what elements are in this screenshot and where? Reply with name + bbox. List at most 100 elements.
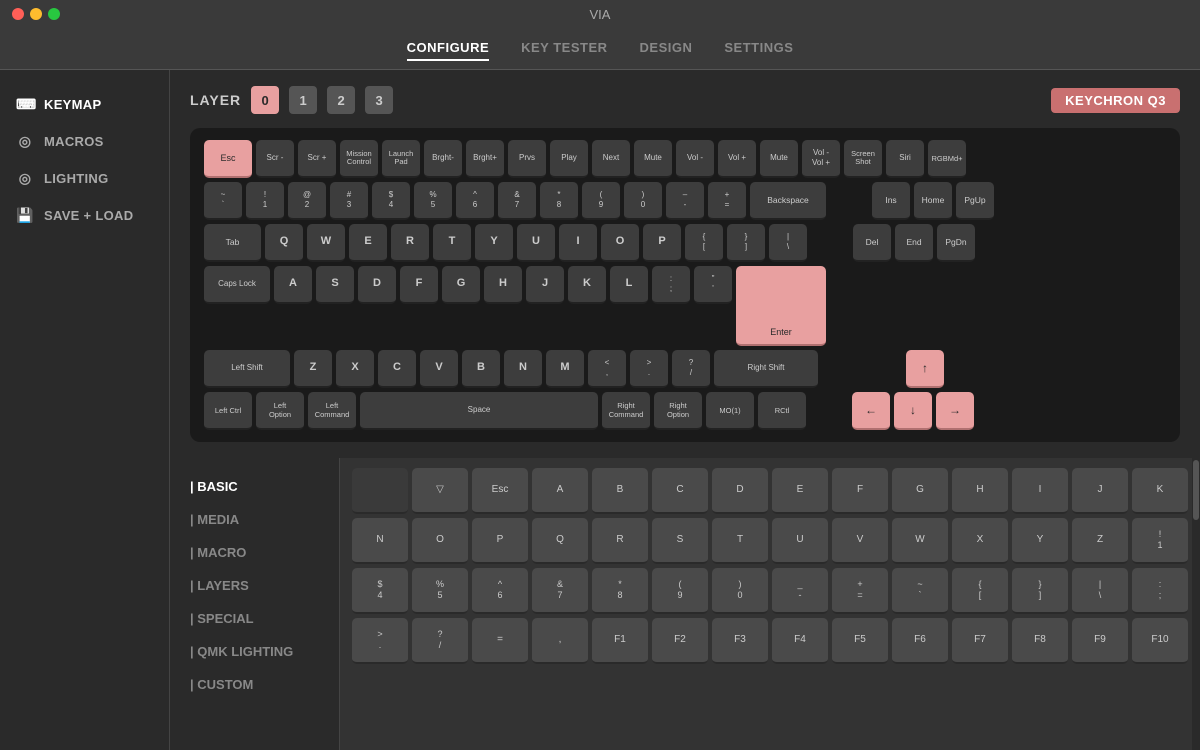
picker-key-i[interactable]: I <box>1012 468 1068 514</box>
picker-key-b[interactable]: B <box>592 468 648 514</box>
key-space[interactable]: Space <box>360 392 598 430</box>
picker-key-pipe[interactable]: |\ <box>1072 568 1128 614</box>
picker-key-f1[interactable]: F1 <box>592 618 648 664</box>
key-y[interactable]: Y <box>475 224 513 262</box>
key-4[interactable]: $4 <box>372 182 410 220</box>
picker-key-f2[interactable]: F2 <box>652 618 708 664</box>
key-right-option[interactable]: RightOption <box>654 392 702 430</box>
picker-key-tilde[interactable]: ~` <box>892 568 948 614</box>
category-macro[interactable]: MACRO <box>170 536 339 569</box>
key-1[interactable]: !1 <box>246 182 284 220</box>
picker-key-u[interactable]: U <box>772 518 828 564</box>
key-play[interactable]: Play <box>550 140 588 178</box>
key-rbracket[interactable]: }] <box>727 224 765 262</box>
key-mo1[interactable]: MO(1) <box>706 392 754 430</box>
key-6[interactable]: ^6 <box>456 182 494 220</box>
key-brght-minus[interactable]: Brght- <box>424 140 462 178</box>
key-brght-plus[interactable]: Brght+ <box>466 140 504 178</box>
key-a[interactable]: A <box>274 266 312 304</box>
key-right-cmd[interactable]: RightCommand <box>602 392 650 430</box>
layer-0-button[interactable]: 0 <box>251 86 279 114</box>
key-left-shift[interactable]: Left Shift <box>204 350 290 388</box>
picker-key-w[interactable]: W <box>892 518 948 564</box>
picker-key-comma[interactable]: , <box>532 618 588 664</box>
picker-key-f7[interactable]: F7 <box>952 618 1008 664</box>
key-quote[interactable]: "' <box>694 266 732 304</box>
layer-1-button[interactable]: 1 <box>289 86 317 114</box>
picker-key-eq[interactable]: = <box>472 618 528 664</box>
key-left-option[interactable]: LeftOption <box>256 392 304 430</box>
tab-configure[interactable]: CONFIGURE <box>407 36 490 61</box>
picker-key-excl[interactable]: !1 <box>1132 518 1188 564</box>
key-slash[interactable]: ?/ <box>672 350 710 388</box>
key-m[interactable]: M <box>546 350 584 388</box>
sidebar-item-lighting[interactable]: ◎ LIGHTING <box>0 160 169 197</box>
key-3[interactable]: #3 <box>330 182 368 220</box>
key-semicolon[interactable]: :; <box>652 266 690 304</box>
key-vol-minus2[interactable]: Vol -Vol + <box>802 140 840 178</box>
layer-3-button[interactable]: 3 <box>365 86 393 114</box>
key-pgup[interactable]: PgUp <box>956 182 994 220</box>
key-siri[interactable]: Siri <box>886 140 924 178</box>
layer-2-button[interactable]: 2 <box>327 86 355 114</box>
picker-key-c[interactable]: C <box>652 468 708 514</box>
picker-key-q[interactable]: Q <box>532 518 588 564</box>
sidebar-item-keymap[interactable]: ⌨ KEYMAP <box>0 86 169 123</box>
picker-key-qmark[interactable]: ?/ <box>412 618 468 664</box>
key-u[interactable]: U <box>517 224 555 262</box>
key-minus[interactable]: –- <box>666 182 704 220</box>
key-equals[interactable]: += <box>708 182 746 220</box>
picker-key-f9[interactable]: F9 <box>1072 618 1128 664</box>
picker-key-x[interactable]: X <box>952 518 1008 564</box>
picker-key-f5[interactable]: F5 <box>832 618 888 664</box>
picker-key-v[interactable]: V <box>832 518 888 564</box>
key-right-shift[interactable]: Right Shift <box>714 350 818 388</box>
key-right[interactable]: → <box>936 392 974 430</box>
picker-key-d[interactable]: D <box>712 468 768 514</box>
key-comma[interactable]: <, <box>588 350 626 388</box>
key-mute[interactable]: Mute <box>634 140 672 178</box>
key-5[interactable]: %5 <box>414 182 452 220</box>
key-prvs[interactable]: Prvs <box>508 140 546 178</box>
key-vol-plus[interactable]: Vol + <box>718 140 756 178</box>
picker-key-lparen[interactable]: (9 <box>652 568 708 614</box>
picker-key-z[interactable]: Z <box>1072 518 1128 564</box>
picker-key-colon[interactable]: :; <box>1132 568 1188 614</box>
picker-key-h[interactable]: H <box>952 468 1008 514</box>
picker-key-gt[interactable]: >. <box>352 618 408 664</box>
picker-key-p[interactable]: P <box>472 518 528 564</box>
key-r[interactable]: R <box>391 224 429 262</box>
picker-key-n[interactable]: N <box>352 518 408 564</box>
key-b[interactable]: B <box>462 350 500 388</box>
picker-key-f3[interactable]: F3 <box>712 618 768 664</box>
key-2[interactable]: @2 <box>288 182 326 220</box>
picker-key-e[interactable]: E <box>772 468 828 514</box>
key-mission[interactable]: MissionControl <box>340 140 378 178</box>
key-s[interactable]: S <box>316 266 354 304</box>
category-custom[interactable]: CUSTOM <box>170 668 339 701</box>
key-period[interactable]: >. <box>630 350 668 388</box>
scrollbar[interactable] <box>1192 458 1200 750</box>
key-up[interactable]: ↑ <box>906 350 944 388</box>
key-vol-minus[interactable]: Vol - <box>676 140 714 178</box>
key-pgdn[interactable]: PgDn <box>937 224 975 262</box>
key-scr-plus[interactable]: Scr + <box>298 140 336 178</box>
key-caps[interactable]: Caps Lock <box>204 266 270 304</box>
key-lbracket[interactable]: {[ <box>685 224 723 262</box>
key-l[interactable]: L <box>610 266 648 304</box>
key-home[interactable]: Home <box>914 182 952 220</box>
tab-key-tester[interactable]: KEY TESTER <box>521 36 607 61</box>
minimize-button[interactable] <box>30 8 42 20</box>
picker-key-o[interactable]: O <box>412 518 468 564</box>
key-n[interactable]: N <box>504 350 542 388</box>
picker-key-rbrace[interactable]: }] <box>1012 568 1068 614</box>
picker-key-f6[interactable]: F6 <box>892 618 948 664</box>
picker-key-r[interactable]: R <box>592 518 648 564</box>
category-layers[interactable]: LAYERS <box>170 569 339 602</box>
key-del[interactable]: Del <box>853 224 891 262</box>
key-backspace[interactable]: Backspace <box>750 182 826 220</box>
key-z[interactable]: Z <box>294 350 332 388</box>
key-x[interactable]: X <box>336 350 374 388</box>
key-tilde[interactable]: ~` <box>204 182 242 220</box>
key-mute2[interactable]: Mute <box>760 140 798 178</box>
